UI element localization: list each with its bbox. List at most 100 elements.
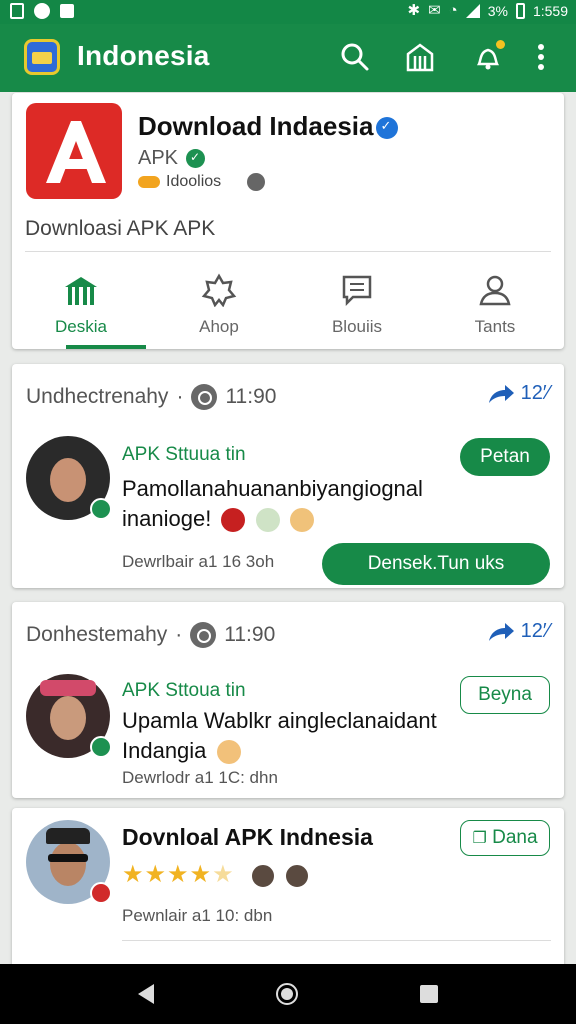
post-text: Pamollanahuananbiyangiognal inanioge! [122, 474, 452, 534]
face-emoji-icon [216, 740, 241, 765]
star-icon: ★ [144, 861, 168, 888]
verified-badge-icon [90, 498, 112, 520]
verified-green-icon [186, 149, 206, 168]
post-source[interactable]: APK Sttoua tin [122, 680, 246, 702]
star-icon: ★ [122, 861, 145, 888]
more-vert-icon[interactable] [534, 42, 548, 72]
cell-signal-icon [465, 4, 480, 18]
back-icon[interactable] [138, 984, 154, 1004]
post-source[interactable]: APK Sttuua tin [122, 444, 246, 466]
app-subtitle: APK [138, 147, 206, 170]
avatar[interactable] [26, 674, 112, 758]
post-header-text: Undhectrenahy [26, 385, 169, 408]
share-count: 12′⁄ [520, 382, 550, 404]
download-button[interactable]: Densek.Tun uks [322, 543, 550, 585]
post-footer: Pewnlair a1 10: dbn [122, 906, 273, 925]
share-icon [488, 384, 514, 403]
petan-button[interactable]: Petan [460, 438, 550, 476]
notification-app-icon [10, 3, 24, 19]
tab-bar: Deskia Ahop Blouiis Tants [12, 265, 564, 349]
avatar-face [50, 696, 86, 740]
tab-blouiis[interactable]: Blouiis [288, 265, 426, 349]
post-header-text: Donhestemahy [26, 623, 168, 646]
mini-avatar [250, 862, 277, 889]
system-nav-bar [0, 964, 576, 1024]
post-card: Donhestemahy · 11:90 12′⁄ APK Sttoua tin… [12, 602, 564, 798]
post-footer: Dewrlodr a1 1C: dhn [122, 768, 278, 787]
shopping-bag-icon [60, 4, 74, 18]
battery-percent: 3% [487, 3, 508, 19]
post-card: Undhectrenahy · 11:90 12′⁄ APK Sttuua ti… [12, 364, 564, 588]
star-badge-icon [201, 273, 237, 307]
bluetooth-icon: ✱ [407, 2, 421, 19]
cap [46, 828, 90, 844]
app-description: Downloasi APK APK [25, 217, 216, 240]
separator-dot: · [176, 385, 184, 408]
post-time: 11:90 [225, 385, 277, 408]
app-name: Download Indaesia [138, 111, 398, 142]
recent-apps-icon[interactable] [420, 985, 438, 1003]
app-title: Indonesia [77, 40, 210, 71]
share-icon [488, 622, 514, 641]
post-card: Dovnloal APK Indnesia ★★★★★ Pewnlair a1 … [12, 808, 564, 988]
money-emoji-icon [255, 508, 280, 533]
wifi-icon: ◔ [448, 2, 458, 19]
post-text: Upamla Wablkr aingleclanaidant Indangia [122, 706, 462, 766]
tab-label: Tants [474, 317, 516, 336]
verified-blue-icon [375, 117, 398, 140]
mini-avatar [283, 862, 310, 889]
avatar[interactable] [26, 820, 112, 904]
app-logo-icon [24, 39, 60, 75]
share-button[interactable]: 12′⁄ [487, 382, 550, 405]
ribbon-icon: ❐ [472, 830, 487, 847]
share-count: 12′⁄ [520, 620, 550, 642]
star-icon: ★ [167, 861, 190, 888]
tab-label: Blouiis [331, 317, 383, 336]
tab-deskia[interactable]: Deskia [12, 265, 150, 349]
vibrate-icon: ✉ [428, 2, 441, 19]
notification-badge [496, 40, 505, 49]
avatar-face [50, 842, 86, 886]
post-header: Undhectrenahy · 11:90 [26, 384, 276, 410]
post-header: Donhestemahy · 11:90 [26, 622, 275, 648]
star-icon: ★ [189, 861, 213, 888]
dana-label: Dana [492, 827, 538, 848]
building-icon[interactable] [405, 42, 435, 72]
clock-time: 1:559 [532, 3, 568, 19]
dana-button[interactable]: ❐ Dana [460, 820, 550, 856]
app-sub-text: APK [138, 147, 179, 169]
avatar[interactable] [26, 436, 112, 520]
clock-icon [191, 384, 218, 410]
badge-icon [90, 882, 112, 904]
sunglasses [48, 854, 88, 862]
share-button[interactable]: 12′⁄ [487, 620, 550, 643]
status-bar: ✱ ✉ ◔ 3% 1:559 [0, 0, 576, 24]
post-time: 11:90 [224, 623, 276, 646]
search-icon[interactable] [340, 42, 370, 72]
home-icon[interactable] [276, 983, 298, 1005]
tab-tants[interactable]: Tants [426, 265, 564, 349]
app-icon[interactable] [26, 103, 122, 199]
notification-icon[interactable] [473, 40, 505, 72]
avatar-face [50, 458, 86, 502]
rating-stars: ★★★★★ [122, 860, 310, 889]
post-text-content: Upamla Wablkr aingleclanaidant Indangia [122, 708, 437, 763]
chat-icon [342, 275, 372, 307]
tab-ahop[interactable]: Ahop [150, 265, 288, 349]
divider [25, 251, 551, 252]
mosque-icon [65, 277, 97, 305]
star-half-icon: ★ [212, 861, 235, 888]
clock-icon [190, 622, 217, 648]
info-icon[interactable] [247, 173, 266, 191]
post-title: Dovnloal APK Indnesia [122, 824, 373, 850]
separator-dot: · [175, 623, 183, 646]
app-name-text: Download Indaesia [138, 111, 374, 141]
beyna-button[interactable]: Beyna [460, 676, 550, 714]
divider [122, 940, 551, 941]
app-bar: Indonesia [0, 24, 576, 92]
category-tag-icon [138, 176, 160, 188]
app-info-card: Download Indaesia APK Idoolios Downloasi… [12, 93, 564, 349]
tab-label: Ahop [199, 317, 239, 336]
active-tab-indicator [66, 345, 146, 349]
emoji-icon [221, 508, 246, 533]
